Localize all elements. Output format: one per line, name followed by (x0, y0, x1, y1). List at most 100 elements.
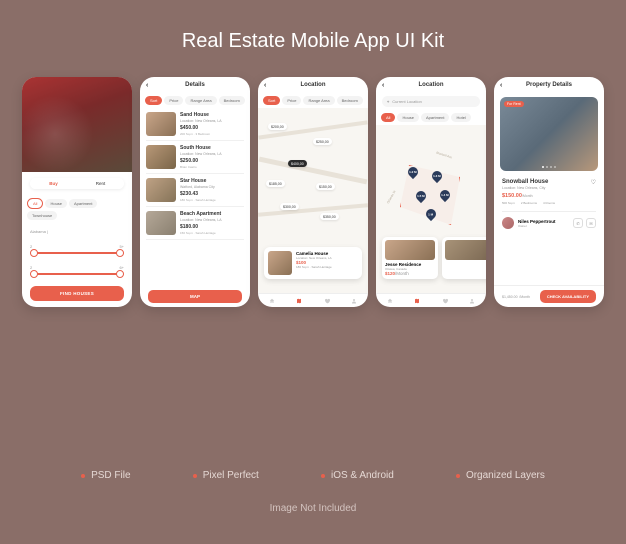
thumbnail (268, 251, 292, 275)
filter-bedroom[interactable]: Bedroom (219, 96, 245, 105)
thumbnail (146, 178, 176, 202)
slider-rooms[interactable]: 26+ (22, 263, 132, 280)
list-item[interactable]: Star House Watford, Alabama City $230.43… (146, 174, 244, 207)
list-item[interactable]: Sand House Location: New Orleans, LA $45… (146, 108, 244, 141)
user-icon[interactable] (469, 298, 475, 304)
chip-house[interactable]: House (397, 113, 419, 122)
filter-price[interactable]: Price (164, 96, 183, 105)
price-tag[interactable]: $150,00 (316, 183, 335, 190)
map-icon[interactable] (296, 298, 302, 304)
favorite-icon[interactable]: ♡ (591, 179, 596, 186)
street-label: Bluebell Ave (436, 151, 453, 160)
header-title: Property Details (526, 82, 572, 88)
listings: Sand House Location: New Orleans, LA $45… (140, 108, 250, 286)
segment-rent[interactable]: Rent (77, 178, 124, 189)
agent-row: Niles Peppertrout Owner ✆ ✉ (502, 211, 596, 229)
item-name: South House (180, 145, 244, 151)
item-meta: 150 Sq.m · Sarah Heritage (180, 231, 244, 235)
property-name: Snowball House (502, 179, 596, 185)
check-availability-button[interactable]: CHECK AVAILABILITY (540, 290, 596, 303)
chip-all[interactable]: All (381, 113, 395, 122)
filter-pills: Sort Price Range Area Bedroom (258, 93, 368, 108)
heart-icon[interactable] (324, 298, 330, 304)
item-location: Location: New Orleans, LA (180, 152, 244, 156)
filter-range[interactable]: Range Area (303, 96, 334, 105)
chip-townhouse[interactable]: Townhouse (27, 211, 57, 220)
location-field[interactable]: Alabama | (22, 227, 132, 238)
street-label: Orlando St (386, 190, 397, 204)
search-placeholder: Current Location (392, 99, 422, 104)
price-tag[interactable]: $185,00 (266, 180, 285, 187)
disclaimer: Image Not Included (270, 503, 357, 514)
card-price: $120 (385, 271, 395, 276)
filter-range[interactable]: Range Area (185, 96, 216, 105)
price-tag[interactable]: $300,00 (280, 203, 299, 210)
item-price: $230.43 (180, 191, 244, 197)
price-tag[interactable]: $250,00 (313, 138, 332, 145)
feature-label: Organized Layers (466, 470, 545, 481)
chip-house[interactable]: House (45, 199, 67, 208)
back-icon[interactable]: ‹ (500, 82, 502, 89)
header-title: Location (301, 82, 326, 88)
call-icon[interactable]: ✆ (573, 218, 583, 228)
back-icon[interactable]: ‹ (382, 82, 384, 89)
screen-details-list: ‹ Details Sort Price Range Area Bedroom … (140, 77, 250, 307)
back-icon[interactable]: ‹ (264, 82, 266, 89)
type-chips: All House Apartment Hotel (376, 110, 486, 125)
header-title: Location (419, 82, 444, 88)
price-tag[interactable]: $200,00 (268, 123, 287, 130)
carousel-dots (542, 166, 556, 168)
chip-apartment[interactable]: Apartment (421, 113, 449, 122)
item-name: Beach Apartment (180, 211, 244, 217)
home-icon[interactable] (387, 298, 393, 304)
segment-buy[interactable]: Buy (30, 178, 77, 189)
map-view[interactable]: $200,00 $250,00 $400,00 $185,00 $150,00 … (258, 108, 368, 293)
card-unit: /Month (395, 271, 409, 276)
property-card[interactable] (442, 237, 486, 279)
item-location: Watford, Alabama City (180, 185, 244, 189)
price-tag-active[interactable]: $400,00 (288, 160, 307, 167)
price-unit: /Month (522, 194, 533, 198)
slider-track[interactable] (30, 252, 124, 254)
price-tag[interactable]: $350,00 (320, 213, 339, 220)
feature-item: Organized Layers (456, 470, 545, 481)
user-icon[interactable] (351, 298, 357, 304)
header: ‹ Location (258, 77, 368, 93)
map-view[interactable]: Bluebell Ave Orlando St 1.2 M 1.3 M 1.4 … (376, 125, 486, 293)
feature-item: PSD File (81, 470, 130, 481)
hero-image[interactable]: For Rent (500, 97, 598, 171)
sort-button[interactable]: Sort (145, 96, 162, 105)
home-icon[interactable] (269, 298, 275, 304)
chip-hotel[interactable]: Hotel (451, 113, 470, 122)
meta-rooms: 4 Rooms (543, 201, 555, 205)
slider-bedrooms[interactable]: 25+ (22, 242, 132, 259)
location-icon: ⌖ (387, 99, 389, 104)
list-item[interactable]: Beach Apartment Location: New Orleans, L… (146, 207, 244, 240)
canvas: Real Estate Mobile App UI Kit Buy Rent A… (0, 0, 626, 544)
item-location: Location: New Orleans, LA (180, 119, 244, 123)
message-icon[interactable]: ✉ (586, 218, 596, 228)
thumbnail (385, 240, 435, 260)
segment-control[interactable]: Buy Rent (30, 178, 124, 189)
chip-apartment[interactable]: Apartment (69, 199, 97, 208)
item-meta: Brian Castro (180, 165, 244, 169)
slider-track[interactable] (30, 273, 124, 275)
property-card[interactable]: Jesse Residence Ottawa, Canada $120/Mont… (382, 237, 438, 279)
screens-row: Buy Rent All House Apartment Townhouse A… (22, 77, 604, 442)
filter-price[interactable]: Price (282, 96, 301, 105)
location-label: Alabama | (30, 229, 48, 234)
heart-icon[interactable] (442, 298, 448, 304)
map-preview-card[interactable]: Camelia House Location: New Orleans, LA … (264, 247, 362, 279)
map-button[interactable]: MAP (148, 290, 242, 303)
feature-item: iOS & Android (321, 470, 394, 481)
back-icon[interactable]: ‹ (146, 82, 148, 89)
feature-label: iOS & Android (331, 470, 394, 481)
map-icon[interactable] (414, 298, 420, 304)
chip-all[interactable]: All (27, 198, 43, 209)
filter-bedroom[interactable]: Bedroom (337, 96, 363, 105)
find-houses-button[interactable]: FIND HOUSES (30, 286, 124, 301)
list-item[interactable]: South House Location: New Orleans, LA $2… (146, 141, 244, 174)
sort-button[interactable]: Sort (263, 96, 280, 105)
header-title: Details (185, 82, 205, 88)
search-input[interactable]: ⌖ Current Location (382, 96, 480, 107)
